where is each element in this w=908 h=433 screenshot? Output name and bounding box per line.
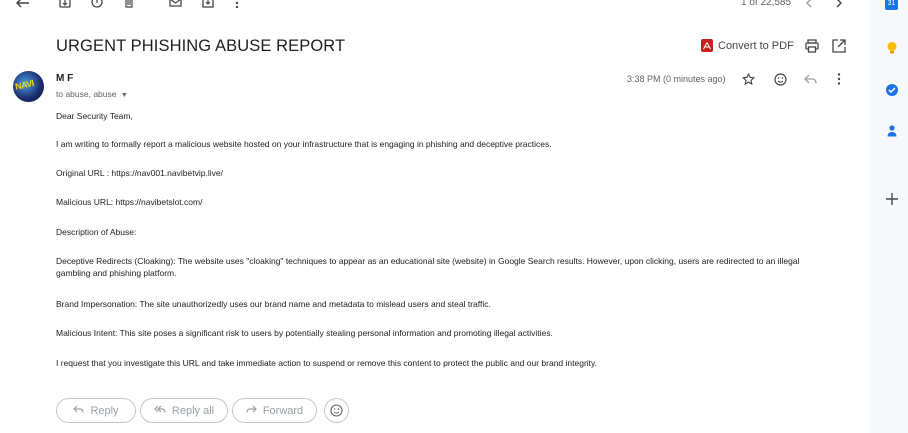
emoji-reaction-button[interactable] — [324, 398, 349, 423]
reply-button[interactable]: Reply — [56, 398, 136, 423]
forward-label: Forward — [262, 404, 304, 417]
calendar-day: 31 — [887, 0, 896, 7]
body-paragraph: Deceptive Redirects (Cloaking): The webs… — [56, 256, 800, 278]
open-in-new-window-icon[interactable] — [832, 39, 848, 55]
newer-chevron-icon[interactable] — [800, 0, 818, 10]
calendar-icon[interactable]: 31 — [885, 0, 898, 10]
get-add-ons-plus-icon[interactable] — [885, 192, 899, 206]
avatar-logo-text: NAVI — [14, 78, 35, 92]
body-paragraph: Malicious Intent: This site poses a sign… — [56, 328, 553, 338]
older-chevron-icon[interactable] — [830, 0, 848, 10]
delete-icon[interactable] — [120, 0, 138, 10]
body-paragraph: I am writing to formally report a malici… — [56, 139, 552, 149]
body-paragraph: I request that you investigate this URL … — [56, 358, 597, 368]
tasks-icon[interactable] — [885, 83, 899, 97]
body-description-heading: Description of Abuse: — [56, 227, 137, 237]
more-options-icon[interactable] — [228, 0, 246, 10]
reply-icon[interactable] — [803, 72, 817, 86]
recipients-dropdown-icon[interactable]: ▼ — [121, 92, 128, 99]
convert-to-pdf-label: Convert to PDF — [718, 39, 794, 52]
body-malicious-url: Malicious URL: https://navibetslot.com/ — [56, 197, 203, 207]
report-spam-icon[interactable] — [88, 0, 106, 10]
sender-avatar[interactable]: NAVI — [13, 71, 44, 102]
recipients-line[interactable]: to abuse, abuse ▼ — [56, 89, 128, 99]
keep-icon[interactable] — [885, 41, 899, 55]
email-subject: URGENT PHISHING ABUSE REPORT — [56, 37, 346, 55]
reply-all-button[interactable]: Reply all — [140, 398, 228, 423]
forward-arrow-icon — [246, 405, 257, 417]
archive-icon[interactable] — [56, 0, 74, 10]
reply-all-arrow-icon — [154, 405, 166, 417]
reply-arrow-icon — [73, 405, 85, 417]
sender-name[interactable]: M F — [56, 73, 73, 84]
print-icon[interactable] — [805, 39, 821, 55]
body-greeting: Dear Security Team, — [56, 111, 133, 121]
email-view: 1 of 22,585 URGENT PHISHING ABUSE REPORT… — [0, 0, 870, 433]
convert-to-pdf-button[interactable]: Convert to PDF — [701, 39, 794, 52]
message-timestamp: 3:38 PM (0 minutes ago) — [627, 74, 726, 84]
pagination-count: 1 of 22,585 — [741, 0, 792, 8]
move-to-icon[interactable] — [199, 0, 217, 10]
reply-all-label: Reply all — [171, 404, 215, 417]
side-panel — [870, 0, 908, 433]
star-icon[interactable] — [741, 72, 755, 86]
body-paragraph: Brand Impersonation: The site unauthoriz… — [56, 299, 491, 309]
contacts-icon[interactable] — [885, 124, 899, 138]
emoji-reaction-icon[interactable] — [773, 72, 787, 86]
body-original-url: Original URL : https://nav001.navibetvip… — [56, 168, 223, 178]
back-arrow-icon[interactable] — [14, 0, 32, 10]
message-more-icon[interactable] — [832, 72, 846, 86]
mark-unread-icon[interactable] — [166, 0, 184, 10]
forward-button[interactable]: Forward — [232, 398, 317, 423]
recipients-text: to abuse, abuse — [56, 89, 117, 99]
emoji-icon — [330, 404, 343, 417]
pdf-icon — [701, 39, 713, 52]
reply-label: Reply — [90, 404, 119, 417]
